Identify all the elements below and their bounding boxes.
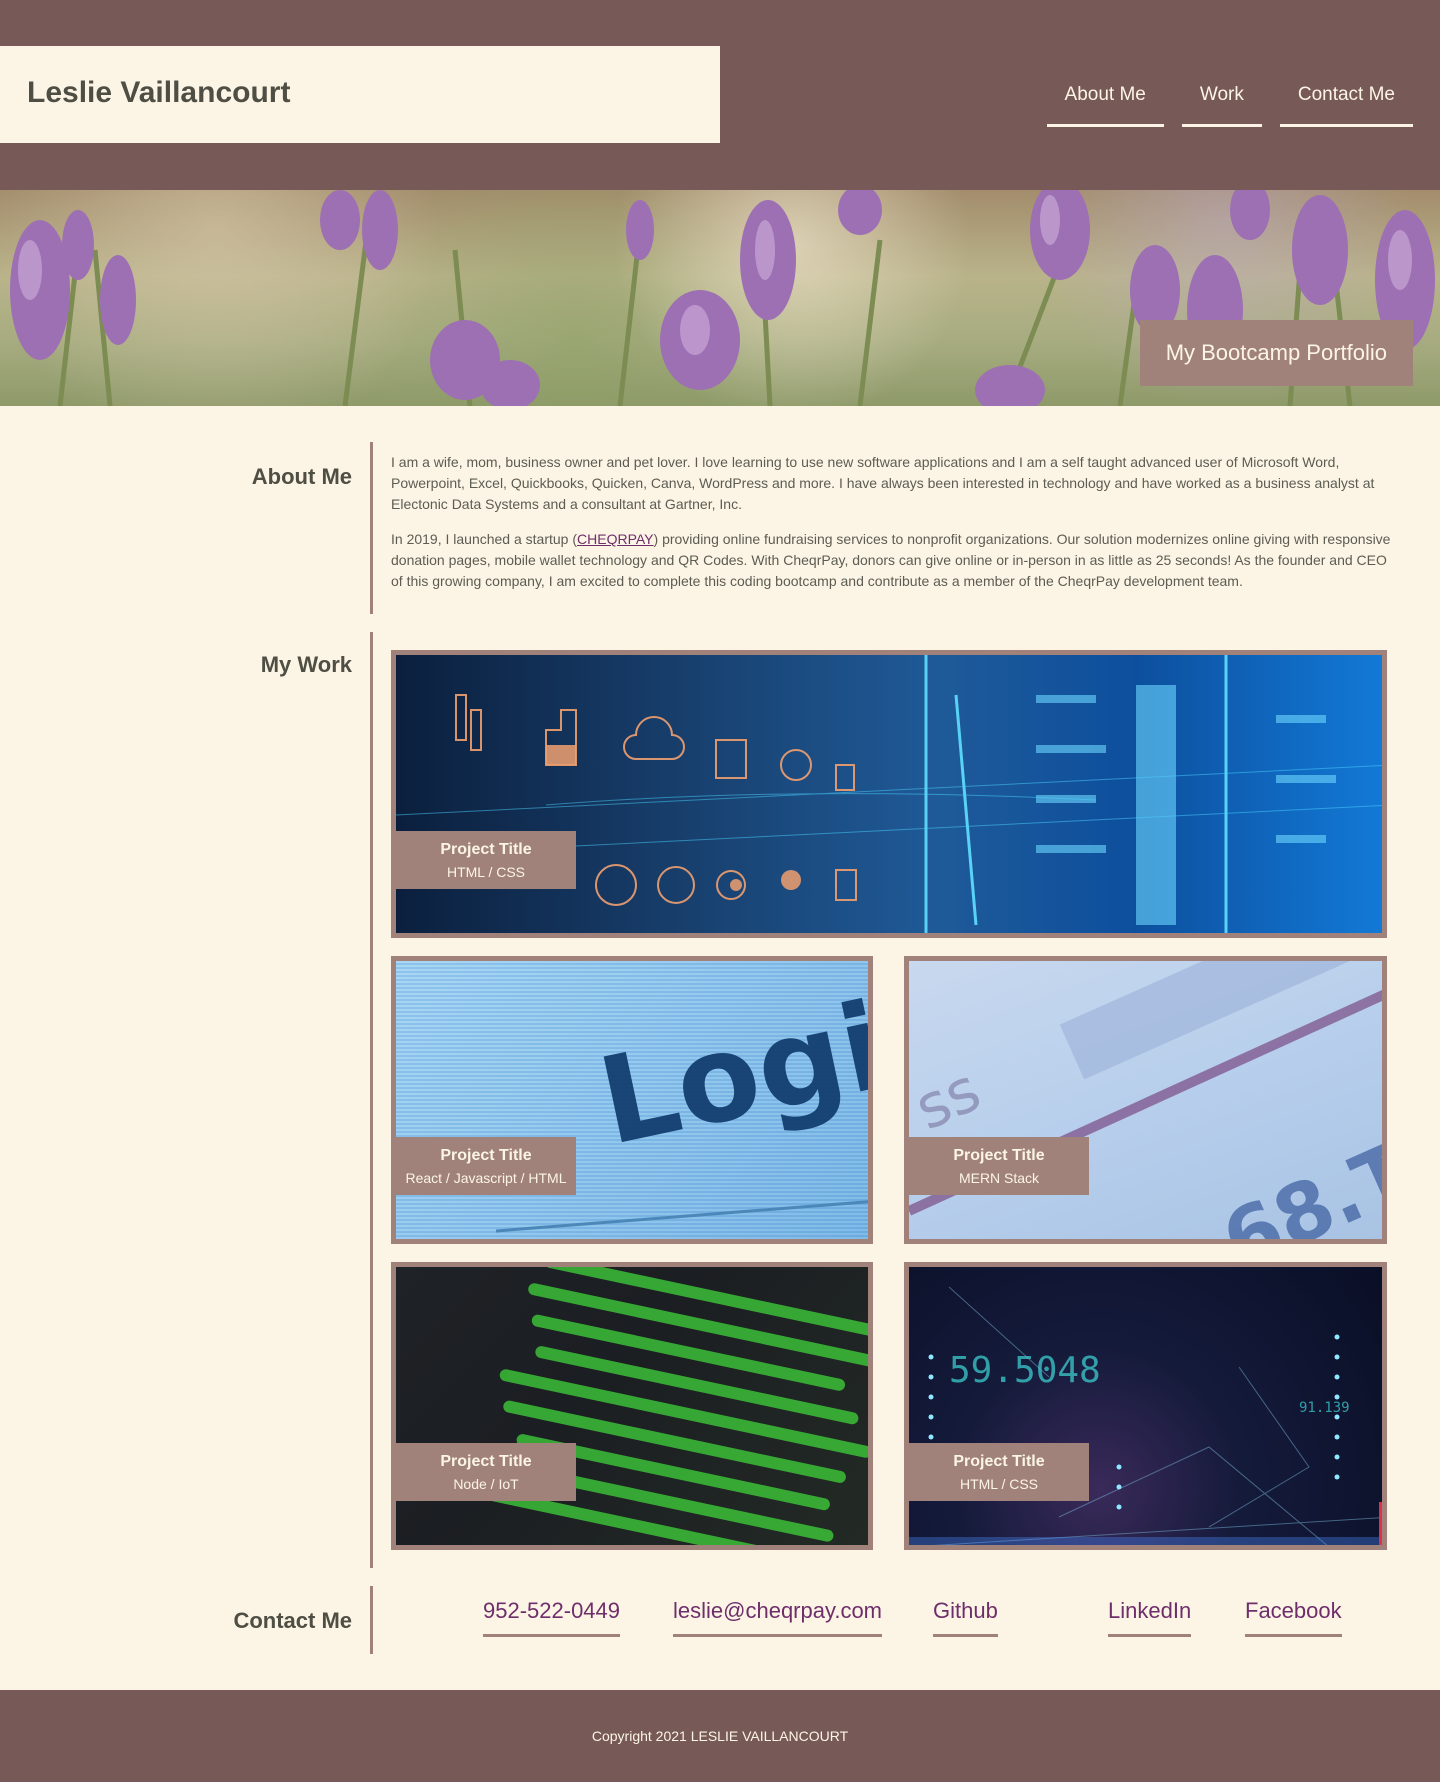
contact-phone-link[interactable]: 952-522-0449: [483, 1598, 621, 1637]
project-caption-2: Project Title React / Javascript / HTML: [396, 1137, 576, 1195]
nav-about-me[interactable]: About Me: [1046, 78, 1164, 127]
site-footer: Copyright 2021 LESLIE VAILLANCOURT: [0, 1690, 1440, 1782]
project-caption-5: Project Title HTML / CSS: [909, 1443, 1089, 1501]
work-heading: My Work: [260, 652, 352, 677]
svg-text:ss: ss: [909, 1055, 991, 1144]
project-stack: MERN Stack: [958, 1170, 1040, 1186]
contact-linkedin-link[interactable]: LinkedIn: [1108, 1598, 1192, 1637]
project-caption-1: Project Title HTML / CSS: [396, 831, 576, 889]
file-name-image: 68.TIF ss: [909, 961, 1387, 1244]
copyright-text: Copyright 2021 LESLIE VAILLANCOURT: [591, 1728, 849, 1744]
about-paragraph-2: In 2019, I launched a startup (CHEQRPAY)…: [391, 531, 1391, 589]
brand-box: Leslie Vaillancourt: [0, 46, 720, 143]
project-stack: HTML / CSS: [959, 1476, 1039, 1492]
work-section: My Work Project Title HTML / CSS Login P…: [0, 632, 1440, 1568]
project-card-1[interactable]: Project Title HTML / CSS: [391, 650, 1387, 938]
contact-email-link[interactable]: leslie@cheqrpay.com: [673, 1598, 883, 1637]
project-card-4[interactable]: Project Title Node / IoT: [391, 1262, 873, 1550]
project-stack: Node / IoT: [453, 1476, 519, 1492]
project-title: Project Title: [953, 1453, 1045, 1470]
about-paragraph-1: I am a wife, mom, business owner and pet…: [391, 454, 1375, 512]
project-caption-4: Project Title Node / IoT: [396, 1443, 576, 1501]
project-stack: HTML / CSS: [446, 864, 526, 880]
site-header: Leslie Vaillancourt About Me Work Contac…: [0, 0, 1440, 190]
project-title: Project Title: [953, 1147, 1045, 1164]
hero-banner: My Bootcamp Portfolio: [0, 190, 1440, 406]
svg-text:59.5048: 59.5048: [949, 1350, 1101, 1391]
svg-text:91.139: 91.139: [1299, 1400, 1350, 1416]
about-section: About Me I am a wife, mom, business owne…: [0, 442, 1440, 614]
digital-data-image: 59.5048 91.139: [909, 1286, 1382, 1545]
project-title: Project Title: [440, 1147, 532, 1164]
svg-text:Login: Login: [588, 961, 873, 1173]
contact-github-link[interactable]: Github: [933, 1598, 998, 1637]
project-stack: React / Javascript / HTML: [405, 1170, 567, 1186]
contact-facebook-link[interactable]: Facebook: [1245, 1598, 1342, 1637]
main-nav: About Me Work Contact Me: [1029, 78, 1413, 127]
project-card-3[interactable]: 68.TIF ss Project Title MERN Stack: [904, 956, 1387, 1244]
about-heading: About Me: [251, 464, 352, 489]
project-title: Project Title: [440, 841, 532, 858]
svg-text:68.TIF: 68.TIF: [1209, 1090, 1387, 1244]
hero-badge: My Bootcamp Portfolio: [1139, 320, 1413, 386]
site-title: Leslie Vaillancourt: [27, 76, 291, 109]
project-title: Project Title: [440, 1453, 532, 1470]
contact-section: Contact Me 952-522-0449 leslie@cheqrpay.…: [0, 1586, 1440, 1654]
project-card-5[interactable]: 59.5048 91.139 Project Title HTML / CSS: [904, 1262, 1387, 1550]
code-screen-image: [484, 1267, 868, 1545]
project-caption-3: Project Title MERN Stack: [909, 1137, 1089, 1195]
about-divider: [370, 442, 373, 614]
nav-contact-me[interactable]: Contact Me: [1279, 78, 1413, 127]
project-card-2[interactable]: Login Project Title React / Javascript /…: [391, 956, 873, 1244]
nav-work[interactable]: Work: [1181, 78, 1262, 127]
login-screen-image: Login: [495, 961, 873, 1233]
about-text: I am a wife, mom, business owner and pet…: [391, 452, 1391, 606]
work-divider: [370, 632, 373, 1568]
data-center-image: [396, 655, 1382, 933]
contact-links: 952-522-0449 leslie@cheqrpay.com Github …: [0, 1598, 1440, 1638]
cheqrpay-link[interactable]: CHEQRPAY: [577, 531, 654, 547]
